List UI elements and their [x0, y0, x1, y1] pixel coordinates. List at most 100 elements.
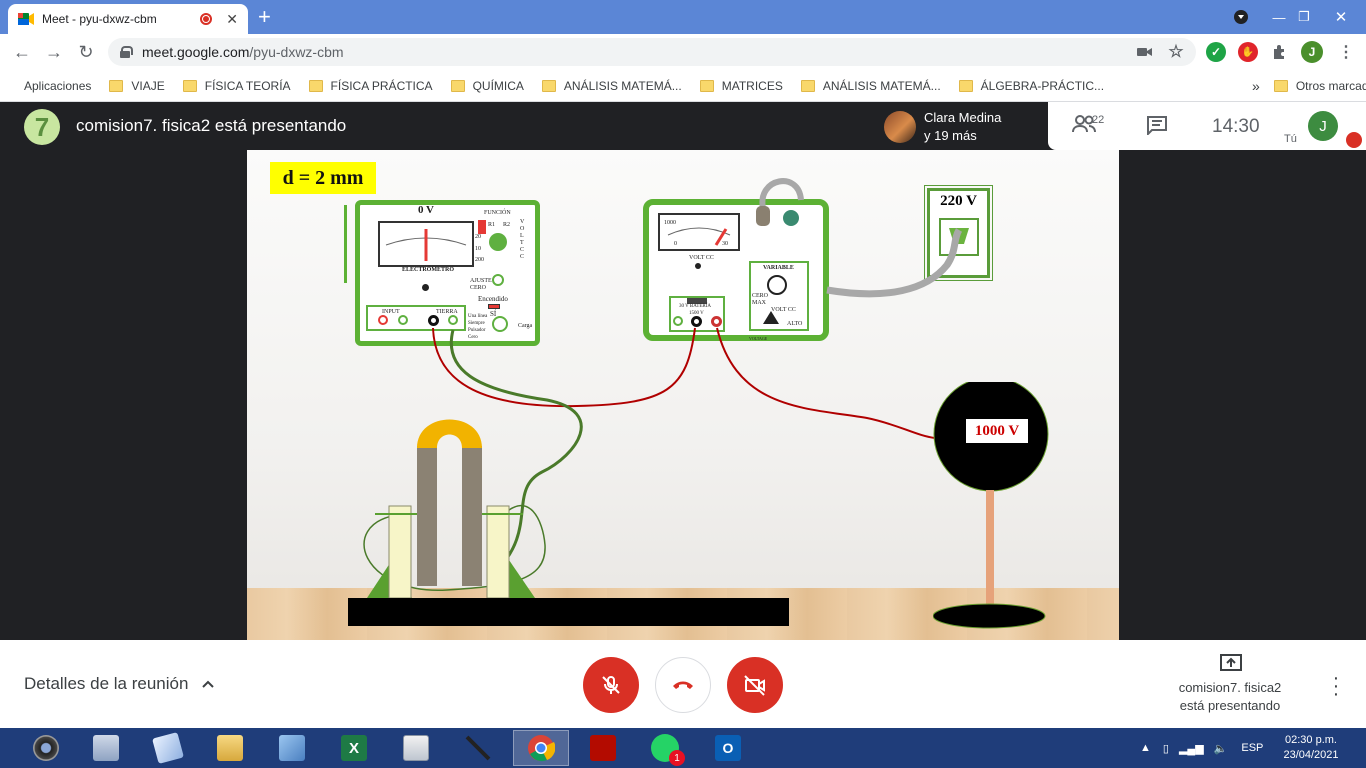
cord-loop [759, 178, 804, 209]
apparatus-base [348, 598, 789, 626]
star-icon[interactable]: ☆ [1166, 42, 1186, 62]
self-avatar: J [1308, 111, 1338, 141]
presentation-title: comision7. fisica2 está presentando [76, 116, 347, 135]
u-right-arm [462, 446, 482, 586]
bookmark-folder[interactable]: QUÍMICA [450, 79, 524, 93]
more-options-icon[interactable]: · · · [1328, 668, 1344, 704]
bookmark-folder[interactable]: ÁLGEBRA-PRÁCTIC... [958, 79, 1104, 93]
reload-icon[interactable]: ↻ [74, 40, 98, 64]
participant-count: 22 [1092, 114, 1105, 126]
address-bar[interactable]: meet.google.com/pyu-dxwz-cbm [108, 38, 1196, 66]
tab-title: Meet - pyu-dxwz-cbm [42, 12, 157, 26]
forward-icon[interactable]: → [42, 40, 66, 64]
bookmark-other[interactable]: Otros marcadores [1273, 79, 1366, 93]
red-wire-1 [432, 327, 696, 408]
presentation-icon[interactable] [388, 730, 444, 766]
presentation-stage: d = 2 mm 0 V ELECTRÓMETRO FUNCIÓN R1 R2 … [0, 150, 1366, 640]
self-label: Tú [1284, 133, 1297, 145]
participant-tile[interactable]: Clara Medina y 19 más [876, 102, 1048, 152]
capacitor-simulation: d = 2 mm 0 V ELECTRÓMETRO FUNCIÓN R1 R2 … [247, 150, 1119, 640]
taskbar-clock[interactable]: 02:30 p.m. 23/04/2021 [1280, 733, 1342, 763]
chrome-menu-icon[interactable]: ⋮ [1336, 42, 1356, 62]
bookmark-folder[interactable]: ANÁLISIS MATEMÁ... [800, 79, 941, 93]
plug-left-icon [756, 206, 770, 226]
whatsapp-icon[interactable]: 1 [637, 730, 693, 766]
calculator-icon[interactable] [78, 730, 134, 766]
webcam-app-icon[interactable] [18, 730, 74, 766]
folder-icon [1273, 79, 1288, 92]
bookmark-folder[interactable]: MATRICES [699, 79, 783, 93]
network-icon[interactable]: ▂▄▆ [1179, 742, 1204, 755]
camera-off-icon [744, 675, 765, 696]
stop-hand-extension-icon[interactable]: ✋ [1238, 42, 1258, 62]
plug-right-icon [783, 210, 799, 226]
right-plate [486, 505, 510, 599]
browser-toolbar: ← → ↻ meet.google.com/pyu-dxwz-cbm ☆ ✓ ✋… [0, 34, 1366, 70]
bookmark-folder[interactable]: ANÁLISIS MATEMÁ... [541, 79, 682, 93]
u-yellow-cap [417, 419, 482, 448]
presenting-info-line1: comision7. fisica2 [1178, 680, 1282, 695]
sphere-base [933, 603, 1046, 629]
folder-icon [800, 79, 815, 92]
folder-icon [308, 79, 323, 92]
show-hidden-icons-icon[interactable]: ▲ [1140, 742, 1151, 754]
tab-close-icon[interactable]: ✕ [226, 11, 238, 28]
camera-toggle-button[interactable] [727, 657, 783, 713]
taskbar-date: 23/04/2021 [1283, 749, 1339, 761]
puzzle-icon[interactable] [1270, 42, 1290, 62]
folder-icon [182, 79, 197, 92]
bookmarks-bar: Aplicaciones VIAJE FÍSICA TEORÍA FÍSICA … [0, 70, 1366, 102]
folder-icon [958, 79, 973, 92]
back-icon[interactable]: ← [10, 40, 34, 64]
browser-tab-bar: Meet - pyu-dxwz-cbm ✕ + — ❐ ✕ [0, 0, 1366, 34]
folder-icon [450, 79, 465, 92]
check-extension-icon[interactable]: ✓ [1206, 42, 1226, 62]
restore-icon[interactable]: ❐ [1292, 0, 1316, 34]
meeting-details-button[interactable]: Detalles de la reunión [24, 674, 215, 694]
control-panel-icon[interactable] [264, 730, 320, 766]
folder-icon [541, 79, 556, 92]
profile-avatar[interactable]: J [1301, 41, 1323, 63]
bookmark-folder[interactable]: FÍSICA PRÁCTICA [308, 79, 433, 93]
minimize-icon[interactable]: — [1262, 0, 1296, 34]
folder-icon [699, 79, 714, 92]
notes-icon[interactable] [140, 730, 196, 766]
taskbar-time: 02:30 p.m. [1285, 734, 1337, 746]
chat-button[interactable] [1146, 115, 1168, 140]
browser-tab[interactable]: Meet - pyu-dxwz-cbm ✕ [8, 4, 248, 34]
url-host: meet.google.com [142, 44, 250, 60]
url-path: /pyu-dxwz-cbm [249, 44, 344, 60]
red-wire-2 [716, 327, 936, 439]
bookmark-apps[interactable]: Aplicaciones [24, 79, 91, 93]
recording-indicator-icon [200, 13, 213, 25]
chrome-icon[interactable] [513, 730, 569, 766]
bookmark-folder[interactable]: FÍSICA TEORÍA [182, 79, 291, 93]
pen-tool-icon[interactable] [450, 730, 506, 766]
file-explorer-icon[interactable] [202, 730, 258, 766]
presenting-info-line2: está presentando [1179, 698, 1281, 713]
bookmark-folder[interactable]: VIAJE [109, 79, 165, 93]
presenter-avatar: 7 [24, 109, 60, 145]
presenting-info[interactable]: comision7. fisica2 está presentando [1160, 654, 1300, 715]
sphere-voltage-label: 1000 V [966, 419, 1028, 443]
acrobat-icon[interactable] [575, 730, 631, 766]
microphone-toggle-button[interactable] [583, 657, 639, 713]
meeting-details-label: Detalles de la reunión [24, 674, 189, 693]
lock-icon [120, 46, 133, 58]
system-tray: ▲ ▯ ▂▄▆ 🔈 ESP [1140, 728, 1263, 768]
whatsapp-badge: 1 [669, 750, 685, 766]
close-icon[interactable]: ✕ [1316, 0, 1366, 34]
excel-icon[interactable]: X [326, 730, 382, 766]
leave-call-button[interactable] [655, 657, 711, 713]
bookmarks-overflow-button[interactable]: » [1252, 78, 1260, 94]
meet-bottom-bar: Detalles de la reunión comision7. fisica… [0, 640, 1366, 728]
language-indicator[interactable]: ESP [1241, 742, 1263, 754]
camera-icon[interactable] [1135, 42, 1155, 62]
profile-menu-icon[interactable] [1230, 0, 1252, 34]
meeting-clock: 14:30 [1212, 116, 1260, 137]
new-tab-button[interactable]: + [258, 4, 271, 30]
volume-icon[interactable]: 🔈 [1214, 742, 1228, 755]
device-icon[interactable]: ▯ [1163, 742, 1169, 755]
outlook-icon[interactable]: O [700, 730, 756, 766]
u-left-arm [417, 446, 437, 586]
